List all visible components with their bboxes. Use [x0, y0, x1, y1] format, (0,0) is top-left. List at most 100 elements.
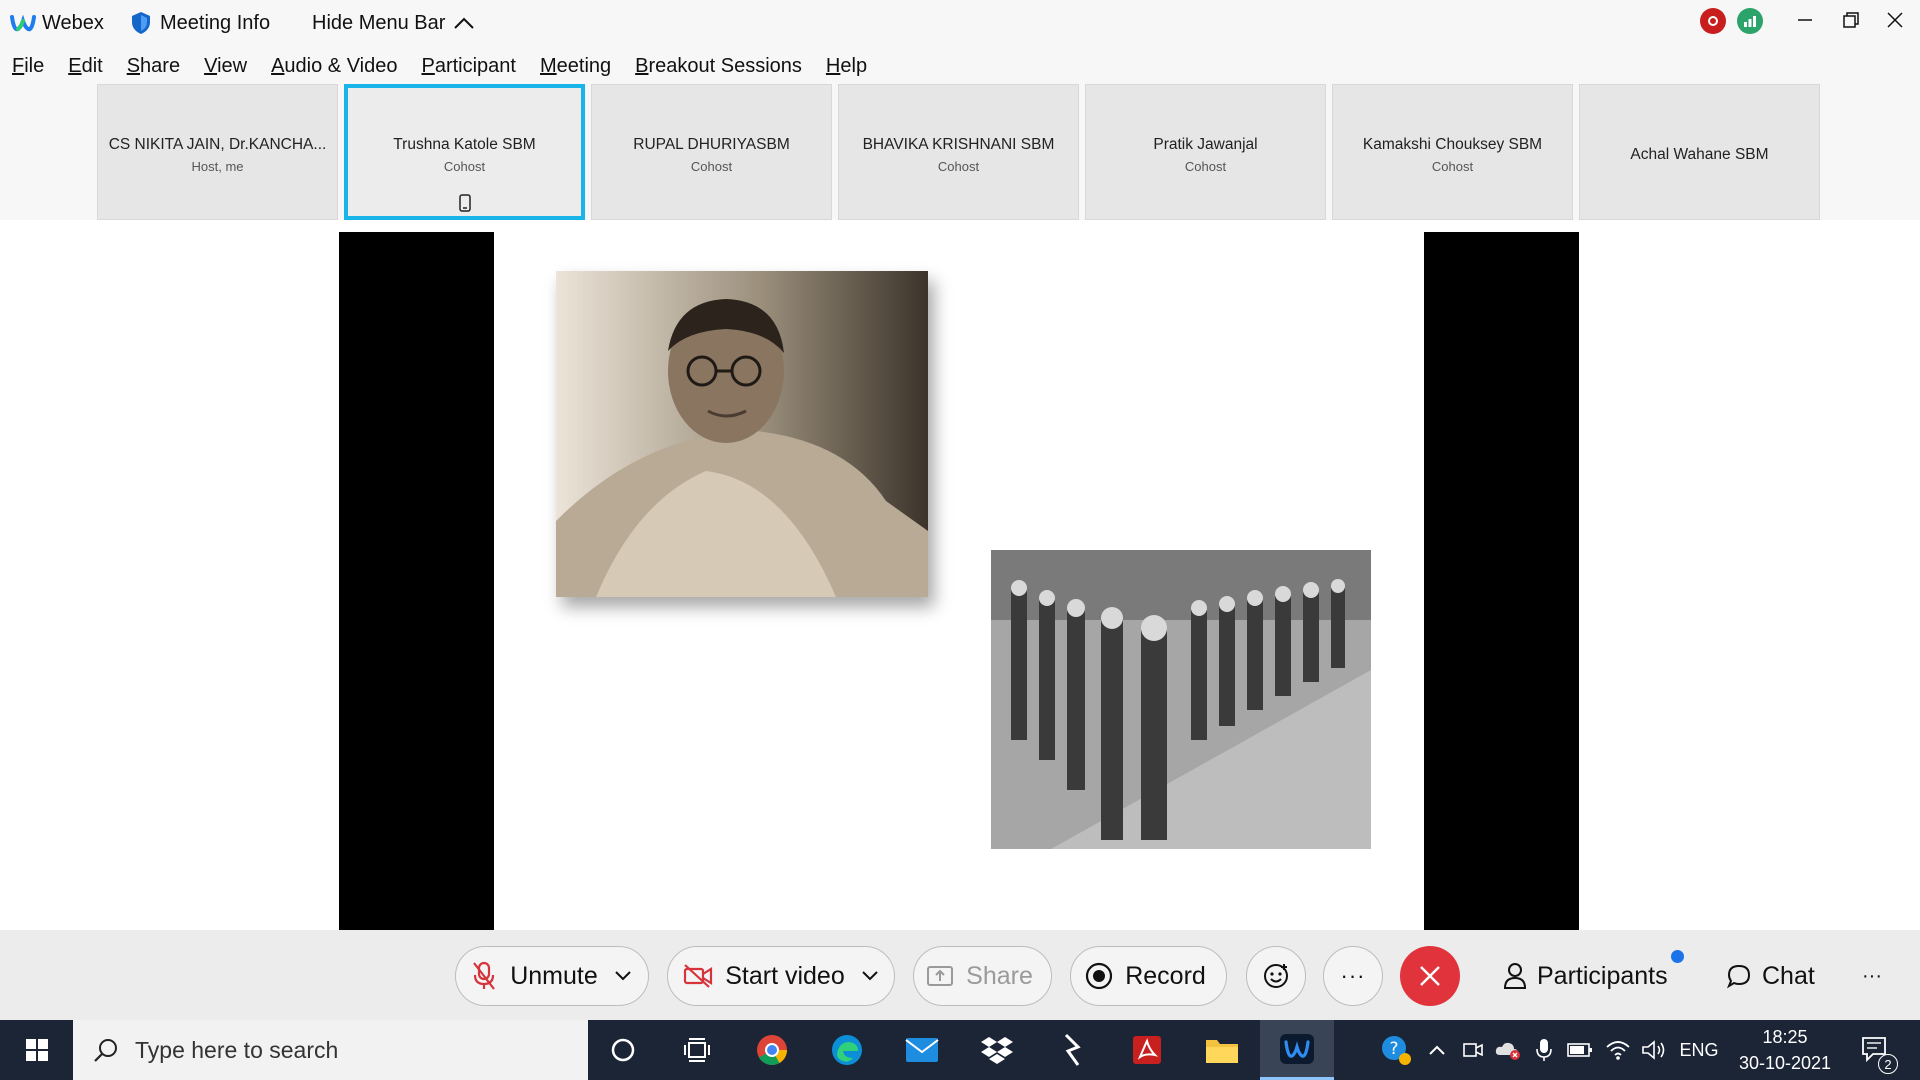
onedrive-tray-icon[interactable] — [1492, 1020, 1524, 1080]
taskbar-search[interactable]: Type here to search — [73, 1020, 588, 1080]
panel-options-button[interactable]: ··· — [1862, 946, 1882, 1006]
menu-meeting[interactable]: Meeting — [540, 55, 611, 78]
share-screen-icon — [927, 966, 954, 986]
webex-taskbar-button[interactable] — [1260, 1020, 1334, 1080]
participant-tile[interactable]: BHAVIKA KRISHNANI SBM Cohost — [838, 84, 1079, 220]
participant-tile[interactable]: CS NIKITA JAIN, Dr.KANCHA... Host, me — [97, 84, 338, 220]
menu-help[interactable]: Help — [826, 55, 867, 78]
record-icon — [1086, 962, 1113, 990]
battery-icon — [1567, 1043, 1592, 1057]
webex-logo-icon — [10, 14, 36, 32]
chat-icon — [1726, 964, 1751, 989]
menu-edit[interactable]: Edit — [68, 55, 102, 78]
chat-button[interactable]: Chat — [1726, 946, 1821, 1006]
chrome-taskbar-button[interactable] — [735, 1020, 809, 1080]
menu-audio-video[interactable]: Audio & Video — [271, 55, 397, 78]
participant-name: BHAVIKA KRISHNANI SBM — [862, 136, 1055, 153]
help-tray-button[interactable]: ? — [1374, 1020, 1418, 1080]
chevron-down-icon[interactable] — [614, 970, 632, 982]
taskbar-clock[interactable]: 18:25 30-10-2021 — [1730, 1020, 1840, 1080]
edge-taskbar-button[interactable] — [810, 1020, 884, 1080]
reactions-button[interactable] — [1246, 946, 1306, 1006]
start-video-button[interactable]: Start video — [667, 946, 895, 1006]
muted-microphone-icon — [473, 961, 496, 990]
participant-name: CS NIKITA JAIN, Dr.KANCHA... — [108, 136, 327, 153]
restore-icon — [1843, 12, 1859, 28]
participant-strip: CS NIKITA JAIN, Dr.KANCHA... Host, me Tr… — [0, 84, 1920, 220]
speaker-icon — [1642, 1040, 1665, 1060]
start-button[interactable] — [0, 1020, 73, 1080]
participant-role: Cohost — [1431, 159, 1474, 174]
cortana-circle-icon — [611, 1038, 635, 1062]
battery-tray-icon[interactable] — [1564, 1020, 1596, 1080]
chevron-down-icon[interactable] — [861, 970, 879, 982]
participant-tile[interactable]: Pratik Jawanjal Cohost — [1085, 84, 1326, 220]
participant-tile[interactable]: Achal Wahane SBM — [1579, 84, 1820, 220]
unmute-label: Unmute — [510, 961, 598, 990]
webex-icon — [1280, 1033, 1314, 1064]
more-options-button[interactable]: ··· — [1323, 946, 1383, 1006]
minimize-icon — [1798, 19, 1812, 21]
menu-share[interactable]: Share — [127, 55, 180, 78]
participant-tile[interactable]: RUPAL DHURIYASBM Cohost — [591, 84, 832, 220]
video-camera-icon — [1463, 1043, 1483, 1057]
hide-menu-bar-label: Hide Menu Bar — [312, 11, 446, 34]
title-bar: Webex Meeting Info Hide Menu Bar — [0, 0, 1920, 46]
chat-label: Chat — [1762, 961, 1815, 990]
input-language-indicator[interactable]: ENG — [1676, 1020, 1722, 1080]
close-button[interactable] — [1872, 0, 1918, 40]
wifi-icon — [1606, 1041, 1630, 1060]
microphone-tray-icon[interactable] — [1530, 1020, 1558, 1080]
microphone-icon — [1536, 1039, 1552, 1061]
network-status-icon[interactable] — [1737, 8, 1763, 34]
participant-tile[interactable]: Kamakshi Chouksey SBM Cohost — [1332, 84, 1573, 220]
share-label: Share — [966, 961, 1033, 990]
clock-date: 30-10-2021 — [1738, 1053, 1832, 1073]
search-icon — [94, 1039, 117, 1062]
help-icon: ? — [1382, 1036, 1411, 1065]
presentation-slide — [494, 232, 1424, 930]
volume-tray-icon[interactable] — [1638, 1020, 1670, 1080]
record-button[interactable]: Record — [1070, 946, 1227, 1006]
menu-view[interactable]: View — [204, 55, 247, 78]
minimize-button[interactable] — [1782, 0, 1828, 40]
participants-label: Participants — [1537, 961, 1668, 990]
menu-file[interactable]: File — [12, 55, 44, 78]
chevron-up-icon — [1429, 1045, 1445, 1055]
participants-button[interactable]: Participants — [1503, 946, 1684, 1006]
meeting-info-button[interactable]: Meeting Info — [130, 0, 270, 46]
menu-participant[interactable]: Participant — [421, 55, 516, 78]
task-view-button[interactable] — [660, 1020, 734, 1080]
pdf-icon — [1133, 1036, 1161, 1064]
menu-breakout-sessions[interactable]: Breakout Sessions — [635, 55, 802, 78]
windows-taskbar: Type here to search ? ENG 18:25 30-10-20… — [0, 1020, 1920, 1080]
wifi-tray-icon[interactable] — [1602, 1020, 1634, 1080]
hide-menu-bar-button[interactable]: Hide Menu Bar — [312, 0, 475, 46]
end-meeting-button[interactable] — [1400, 946, 1460, 1006]
action-center-button[interactable]: 2 — [1848, 1020, 1904, 1080]
search-placeholder: Type here to search — [135, 1036, 339, 1063]
start-video-label: Start video — [725, 961, 845, 990]
more-options-icon: ··· — [1340, 963, 1366, 988]
file-explorer-taskbar-button[interactable] — [1185, 1020, 1259, 1080]
share-button[interactable]: Share — [913, 946, 1052, 1006]
dropbox-icon — [981, 1037, 1013, 1064]
notification-count-badge: 2 — [1878, 1054, 1898, 1074]
restore-button[interactable] — [1828, 0, 1874, 40]
video-off-icon — [684, 964, 713, 988]
close-icon — [1420, 966, 1440, 986]
mail-taskbar-button[interactable] — [885, 1020, 959, 1080]
acrobat-taskbar-button[interactable] — [1110, 1020, 1184, 1080]
shared-screen — [339, 232, 1579, 930]
show-hidden-icons-button[interactable] — [1422, 1020, 1452, 1080]
cortana-button[interactable] — [586, 1020, 660, 1080]
recording-status-icon[interactable] — [1700, 8, 1726, 34]
dropbox-taskbar-button[interactable] — [960, 1020, 1034, 1080]
shield-icon — [132, 12, 150, 34]
unmute-button[interactable]: Unmute — [455, 946, 649, 1006]
participant-role: Cohost — [690, 159, 733, 174]
app-taskbar-button[interactable] — [1035, 1020, 1109, 1080]
meet-now-tray-icon[interactable] — [1458, 1020, 1488, 1080]
chevron-up-icon — [454, 17, 475, 29]
participant-tile-active[interactable]: Trushna Katole SBM Cohost — [344, 84, 585, 220]
